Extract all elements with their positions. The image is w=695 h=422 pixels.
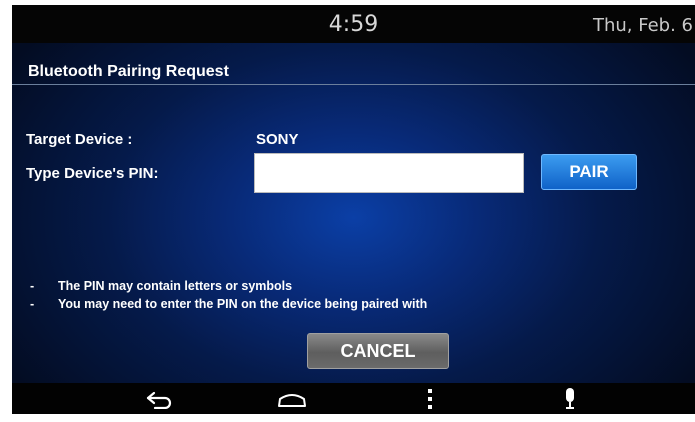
home-icon <box>278 393 306 407</box>
dialog-title-bar: Bluetooth Pairing Request <box>12 55 695 85</box>
note-text: The PIN may contain letters or symbols <box>58 279 293 293</box>
pin-input[interactable] <box>254 153 524 193</box>
target-device-label: Target Device : <box>26 131 133 148</box>
menu-icon <box>428 388 432 409</box>
menu-button[interactable] <box>400 383 460 414</box>
back-icon <box>146 391 172 409</box>
status-bar: 4:59 Thu, Feb. 6 <box>12 5 695 43</box>
note-text: You may need to enter the PIN on the dev… <box>58 297 428 311</box>
dialog-title: Bluetooth Pairing Request <box>28 63 229 80</box>
pair-button[interactable]: PAIR <box>541 154 637 190</box>
navigation-bar <box>12 383 695 414</box>
note-bullet: - <box>30 279 35 293</box>
back-button[interactable] <box>130 383 190 414</box>
microphone-icon <box>566 387 574 409</box>
note-pin-characters: - The PIN may contain letters or symbols <box>30 279 292 293</box>
date: Thu, Feb. 6 <box>592 15 693 36</box>
note-enter-pin-on-device: - You may need to enter the PIN on the de… <box>30 297 427 311</box>
note-bullet: - <box>30 297 35 311</box>
target-device-value: SONY <box>256 131 299 148</box>
voice-button[interactable] <box>540 383 600 414</box>
head-unit-screen: 4:59 Thu, Feb. 6 Bluetooth Pairing Reque… <box>12 5 695 414</box>
home-button[interactable] <box>262 383 322 414</box>
cancel-button[interactable]: CANCEL <box>307 333 449 369</box>
pin-label: Type Device's PIN: <box>26 165 159 182</box>
